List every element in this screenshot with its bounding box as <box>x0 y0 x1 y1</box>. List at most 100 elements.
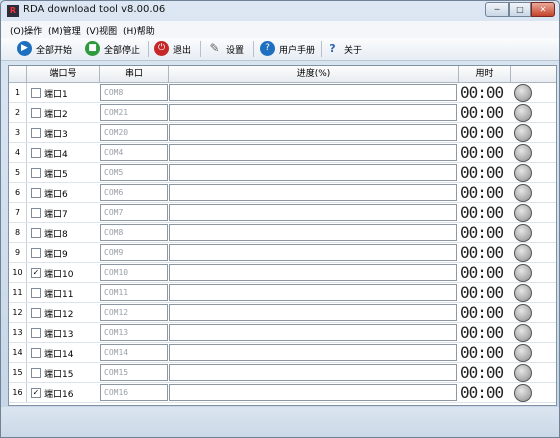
status-light-icon <box>514 184 532 202</box>
header-port[interactable]: 端口号 <box>27 66 100 83</box>
table-row: 2 端口2 COM21 00:00 <box>9 103 556 123</box>
port-checkbox[interactable] <box>31 248 41 258</box>
serial-port-field[interactable]: COM5 <box>100 164 168 181</box>
serial-port-field[interactable]: COM8 <box>100 84 168 101</box>
port-checkbox[interactable] <box>31 348 41 358</box>
status-light-icon <box>514 164 532 182</box>
serial-port-field[interactable]: COM20 <box>100 124 168 141</box>
row-number: 1 <box>9 83 27 102</box>
settings-button[interactable]: ✎ 设置 <box>207 40 247 58</box>
elapsed-time: 00:00 <box>460 383 504 402</box>
serial-port-field[interactable]: COM13 <box>100 324 168 341</box>
app-window: R RDA download tool v8.00.06 ─ □ ✕ (O)操作… <box>0 0 560 438</box>
serial-port-field[interactable]: COM9 <box>100 244 168 261</box>
elapsed-time: 00:00 <box>460 203 504 222</box>
row-number: 8 <box>9 223 27 242</box>
serial-port-field[interactable]: COM10 <box>100 264 168 281</box>
serial-port-field[interactable]: COM7 <box>100 204 168 221</box>
port-checkbox[interactable]: ✓ <box>31 268 41 278</box>
elapsed-time: 00:00 <box>460 323 504 342</box>
port-checkbox[interactable] <box>31 288 41 298</box>
status-light-icon <box>514 244 532 262</box>
row-number: 5 <box>9 163 27 182</box>
status-light-icon <box>514 264 532 282</box>
progress-bar <box>169 344 457 361</box>
serial-port-field[interactable]: COM8 <box>100 224 168 241</box>
progress-bar <box>169 284 457 301</box>
port-label: 端口11 <box>44 290 74 300</box>
serial-port-field[interactable]: COM12 <box>100 304 168 321</box>
port-checkbox[interactable] <box>31 328 41 338</box>
status-light-icon <box>514 124 532 142</box>
toolbar-separator <box>148 41 149 57</box>
header-serial[interactable]: 串口 <box>100 66 169 83</box>
progress-bar <box>169 324 457 341</box>
table-row: 9 端口9 COM9 00:00 <box>9 243 556 263</box>
serial-port-field[interactable]: COM16 <box>100 384 168 401</box>
row-number: 4 <box>9 143 27 162</box>
menu-help[interactable]: (H)帮助 <box>123 24 155 37</box>
settings-label: 设置 <box>226 46 245 56</box>
maximize-button[interactable]: □ <box>509 2 531 17</box>
port-checkbox[interactable] <box>31 188 41 198</box>
serial-port-field[interactable]: COM14 <box>100 344 168 361</box>
menu-view[interactable]: (V)视图 <box>86 24 117 37</box>
port-checkbox[interactable]: ✓ <box>31 388 41 398</box>
port-checkbox[interactable] <box>31 128 41 138</box>
minimize-button[interactable]: ─ <box>485 2 509 17</box>
header-status <box>511 66 556 83</box>
serial-port-field[interactable]: COM15 <box>100 364 168 381</box>
toolbar-separator <box>321 41 322 57</box>
about-icon: ? <box>329 42 336 55</box>
exit-label: 退出 <box>173 46 192 56</box>
progress-bar <box>169 104 457 121</box>
stop-all-button[interactable]: ■ 全部停止 <box>85 40 143 58</box>
table-row: 12 端口12 COM12 00:00 <box>9 303 556 323</box>
port-checkbox[interactable] <box>31 88 41 98</box>
port-checkbox[interactable] <box>31 308 41 318</box>
exit-button[interactable]: ⏻ 退出 <box>154 40 194 58</box>
header-progress[interactable]: 进度(%) <box>169 66 459 83</box>
port-checkbox[interactable] <box>31 228 41 238</box>
elapsed-time: 00:00 <box>460 363 504 382</box>
elapsed-time: 00:00 <box>460 243 504 262</box>
status-light-icon <box>514 364 532 382</box>
menu-manage[interactable]: (M)管理 <box>48 24 81 37</box>
title-bar[interactable]: R RDA download tool v8.00.06 ─ □ ✕ <box>1 1 559 21</box>
header-time[interactable]: 用时 <box>459 66 511 83</box>
serial-port-field[interactable]: COM21 <box>100 104 168 121</box>
table-row: 16 ✓ 端口16 COM16 00:00 <box>9 383 556 403</box>
row-number: 2 <box>9 103 27 122</box>
table-row: 15 端口15 COM15 00:00 <box>9 363 556 383</box>
serial-port-field[interactable]: COM4 <box>100 144 168 161</box>
settings-icon: ✎ <box>209 41 220 55</box>
row-number: 10 <box>9 263 27 282</box>
stop-all-label: 全部停止 <box>104 46 141 56</box>
row-number: 16 <box>9 383 27 402</box>
serial-port-field[interactable]: COM6 <box>100 184 168 201</box>
port-label: 端口2 <box>44 110 68 120</box>
close-button[interactable]: ✕ <box>531 2 555 17</box>
port-label: 端口1 <box>44 90 68 100</box>
status-light-icon <box>514 304 532 322</box>
start-all-button[interactable]: ▶ 全部开始 <box>17 40 75 58</box>
user-manual-button[interactable]: ? 用户手册 <box>260 40 316 58</box>
port-label: 端口5 <box>44 170 68 180</box>
port-checkbox[interactable] <box>31 168 41 178</box>
port-checkbox[interactable] <box>31 368 41 378</box>
serial-port-field[interactable]: COM11 <box>100 284 168 301</box>
progress-bar <box>169 84 457 101</box>
port-checkbox[interactable] <box>31 108 41 118</box>
table-row: 10 ✓ 端口10 COM10 00:00 <box>9 263 556 283</box>
help-icon: ? <box>260 41 275 56</box>
row-number: 7 <box>9 203 27 222</box>
about-button[interactable]: ? 关于 <box>325 40 365 58</box>
port-checkbox[interactable] <box>31 148 41 158</box>
elapsed-time: 00:00 <box>460 143 504 162</box>
start-all-label: 全部开始 <box>36 46 73 56</box>
menu-operate[interactable]: (O)操作 <box>10 24 42 37</box>
port-checkbox[interactable] <box>31 208 41 218</box>
menu-bar: (O)操作 (M)管理 (V)视图 (H)帮助 <box>1 21 559 39</box>
app-logo-icon: R <box>7 5 19 17</box>
elapsed-time: 00:00 <box>460 183 504 202</box>
